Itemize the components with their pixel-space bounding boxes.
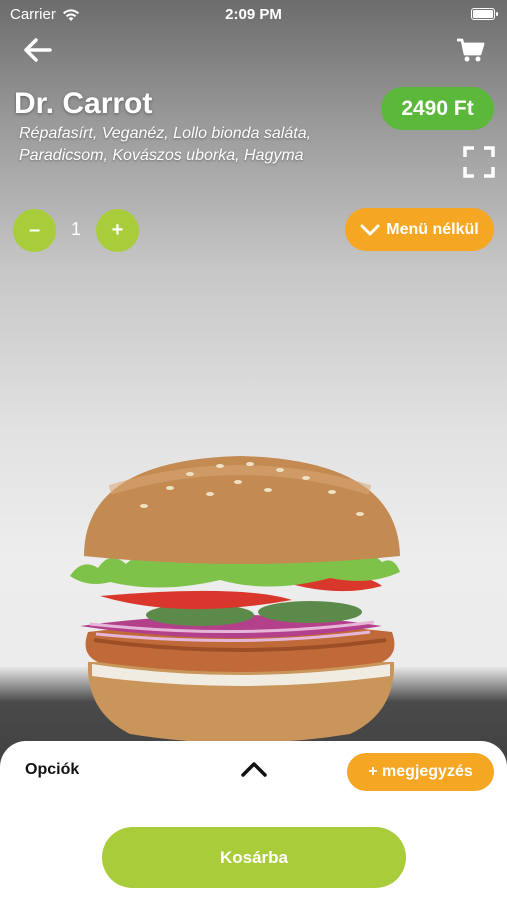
status-bar: Carrier 2:09 PM [0, 0, 507, 30]
menu-option-button[interactable]: Menü nélkül [345, 208, 494, 251]
shopping-cart-icon [457, 38, 485, 62]
battery-icon [471, 8, 495, 20]
fullscreen-button[interactable] [463, 146, 495, 178]
back-button[interactable] [22, 36, 54, 64]
expand-options-button[interactable] [239, 758, 269, 780]
options-sheet: Opciók + megjegyzés Kosárba [0, 741, 507, 900]
product-title: Dr. Carrot [14, 87, 153, 120]
menu-option-label: Menü nélkül [386, 220, 479, 238]
status-time: 2:09 PM [225, 6, 282, 23]
quantity-decrease-button[interactable]: – [13, 209, 56, 252]
battery-tip [496, 12, 498, 16]
cart-button[interactable] [455, 36, 485, 64]
quantity-value: 1 [70, 219, 81, 239]
product-screen: Carrier 2:09 PM Dr. Carrot Répafasírt, V… [0, 0, 507, 900]
chevron-up-icon [241, 762, 267, 777]
fullscreen-icon [463, 146, 495, 178]
arrow-left-icon [24, 38, 52, 62]
quantity-increase-button[interactable]: + [96, 209, 139, 252]
chevron-down-icon [360, 224, 380, 235]
add-to-cart-button[interactable]: Kosárba [102, 827, 406, 888]
price-badge: 2490 Ft [381, 87, 494, 130]
product-ingredients: Répafasírt, Veganéz, Lollo bionda saláta… [19, 125, 312, 164]
options-label: Opciók [25, 761, 80, 778]
burger-image [70, 456, 400, 743]
add-note-button[interactable]: + megjegyzés [347, 753, 494, 791]
